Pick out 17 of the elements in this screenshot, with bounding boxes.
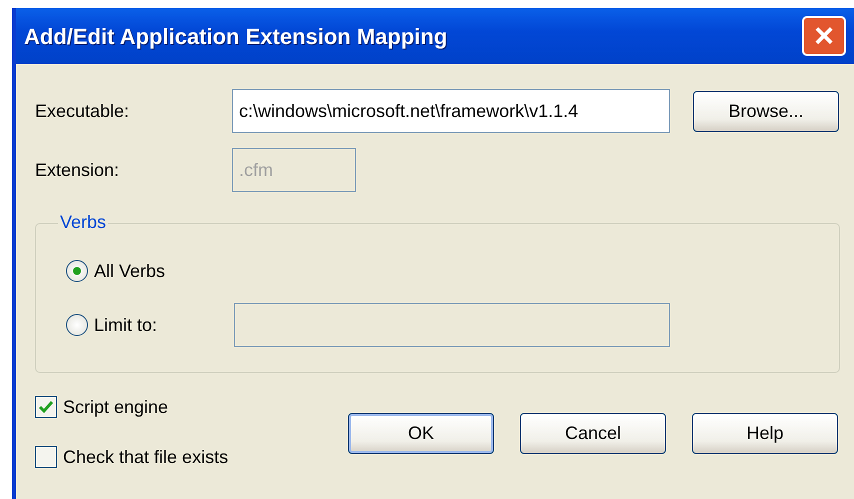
radio-button[interactable] (66, 260, 88, 282)
executable-field[interactable]: c:\windows\microsoft.net\framework\v1.1.4 (232, 89, 670, 133)
radio-label[interactable]: Limit to: (94, 312, 234, 338)
checkbox[interactable] (35, 446, 57, 468)
window-title: Add/Edit Application Extension Mapping (24, 22, 448, 51)
dialog-button[interactable]: Cancel (520, 413, 666, 454)
field-label: Extension: (35, 158, 120, 182)
field-label: Executable: (35, 100, 130, 122)
browse-button[interactable]: Browse... (693, 90, 839, 132)
checkbox-label[interactable]: Check that file exists (63, 444, 228, 470)
close-button[interactable]: × (802, 16, 846, 56)
dialog-button[interactable]: OK (348, 413, 494, 454)
dialog-button[interactable]: Help (692, 413, 838, 454)
checkbox[interactable] (35, 396, 57, 418)
checkbox-label[interactable]: Script engine (63, 394, 168, 420)
radio-button[interactable] (66, 314, 88, 336)
radio-label[interactable]: All Verbs (94, 258, 166, 284)
